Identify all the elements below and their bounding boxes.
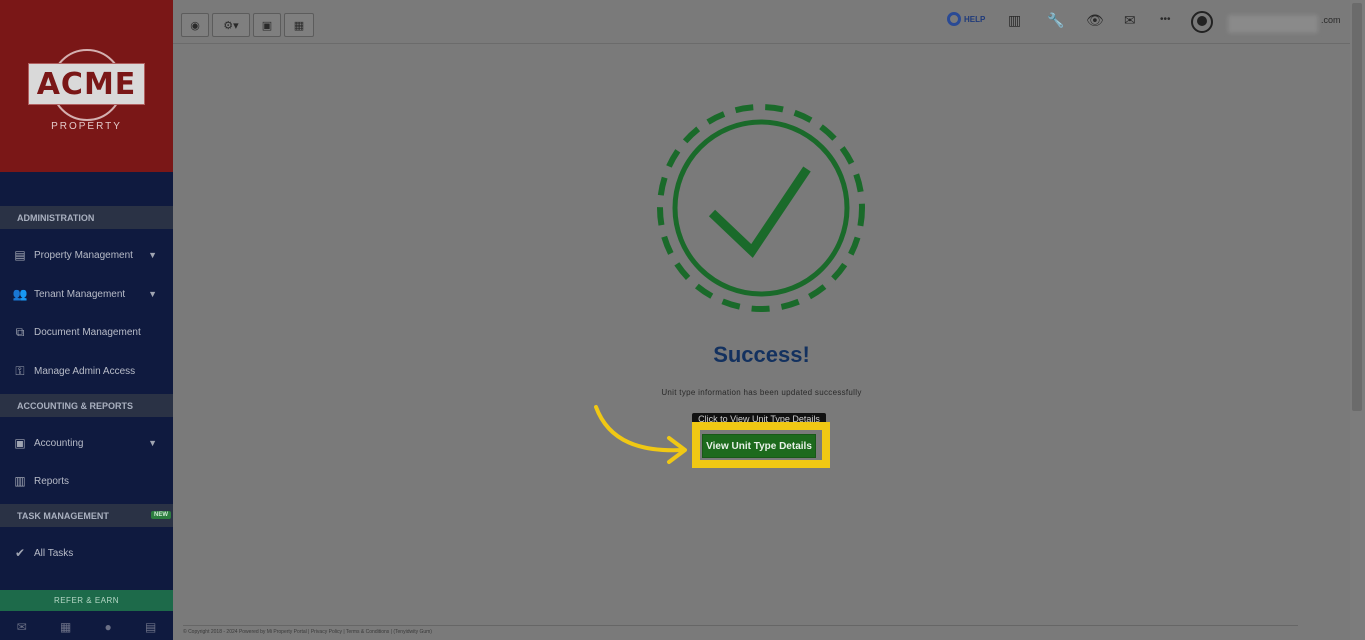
mail-icon[interactable]: ✉ <box>1124 12 1136 29</box>
chevron-down-icon: ▼ <box>148 438 157 448</box>
sidebar-item-accounting[interactable]: ▣ Accounting ▼ <box>0 428 173 458</box>
new-badge: NEW <box>151 511 171 519</box>
refer-earn-button[interactable]: REFER & EARN <box>0 590 173 611</box>
gear-icon: ⚙▾ <box>223 19 239 32</box>
sidebar-item-label: All Tasks <box>34 547 74 559</box>
help-label: HELP <box>964 14 986 24</box>
key-icon: ⚿ <box>15 363 25 378</box>
sidebar: ACME PROPERTY ADMINISTRATION ▤ Property … <box>0 0 173 640</box>
calculator-icon[interactable]: ▤ <box>145 620 156 634</box>
avatar[interactable] <box>1191 11 1213 33</box>
section-label: ADMINISTRATION <box>17 212 95 223</box>
sidebar-item-property-management[interactable]: ▤ Property Management ▼ <box>0 240 173 270</box>
calendar-icon: ▣ <box>261 19 273 32</box>
sidebar-item-document-management[interactable]: ⧉ Document Management <box>0 317 173 347</box>
bar-chart-icon[interactable]: ▥ <box>1008 12 1021 29</box>
more-icon[interactable]: ••• <box>1160 14 1171 25</box>
briefcase-icon[interactable]: ▦ <box>60 620 71 634</box>
help-link[interactable]: HELP <box>947 12 985 26</box>
logo-subtext: PROPERTY <box>51 121 122 132</box>
user-email-redacted <box>1228 15 1318 33</box>
user-icon[interactable]: ● <box>105 620 112 634</box>
sidebar-item-reports[interactable]: ▥ Reports <box>0 466 173 496</box>
logo-box: ACME <box>28 63 145 105</box>
calculator-button[interactable]: ▦ <box>284 13 314 37</box>
footer: © Copyright 2018 - 2024 Powered by Mi Pr… <box>183 625 1298 635</box>
money-icon: ▣ <box>14 436 26 450</box>
scrollbar-thumb[interactable] <box>1352 3 1362 411</box>
chevron-down-icon: ▼ <box>148 250 157 260</box>
section-administration: ADMINISTRATION <box>0 206 173 229</box>
success-message: Unit type information has been updated s… <box>661 388 862 397</box>
sidebar-item-manage-admin-access[interactable]: ⚿ Manage Admin Access <box>0 356 173 386</box>
lifebuoy-icon <box>947 12 961 26</box>
section-label: TASK MANAGEMENT <box>17 510 109 521</box>
success-title: Success! <box>713 342 810 367</box>
section-accounting-reports: ACCOUNTING & REPORTS <box>0 394 173 417</box>
user-email[interactable]: .com <box>1321 15 1341 25</box>
sidebar-item-label: Tenant Management <box>34 288 126 300</box>
calendar-button[interactable]: ▣ <box>253 13 281 37</box>
main-content: Success! Unit type information has been … <box>173 44 1350 640</box>
sidebar-item-tenant-management[interactable]: 👥 Tenant Management ▼ <box>0 279 173 309</box>
chevron-down-icon: ▼ <box>148 289 157 299</box>
sidebar-item-label: Document Management <box>34 326 141 338</box>
calculator-icon: ▦ <box>293 19 305 32</box>
settings-dropdown-button[interactable]: ⚙▾ <box>212 13 250 37</box>
topbar: ◉ ⚙▾ ▣ ▦ HELP ▥ 🔧 👁 ✉ ••• .com <box>173 0 1350 44</box>
mail-icon[interactable]: ✉ <box>17 620 27 634</box>
sidebar-bottom-icons: ✉ ▦ ● ▤ <box>0 614 173 640</box>
users-icon: 👥 <box>12 287 28 301</box>
eye-icon[interactable]: 👁 <box>1086 12 1104 29</box>
logo-text: ACME <box>36 66 137 102</box>
sidebar-item-label: Property Management <box>34 249 133 261</box>
building-icon: ▤ <box>14 248 26 262</box>
dashboard-icon: ◉ <box>190 19 200 32</box>
wrench-icon[interactable]: 🔧 <box>1047 12 1064 29</box>
pointer-arrow-icon <box>594 405 687 464</box>
sidebar-item-label: Accounting <box>34 437 84 449</box>
sidebar-item-all-tasks[interactable]: ✔ All Tasks <box>0 538 173 568</box>
view-unit-type-details-button[interactable]: View Unit Type Details <box>702 434 816 458</box>
success-check-icon <box>654 101 868 315</box>
section-task-management: TASK MANAGEMENT NEW <box>0 504 173 527</box>
scrollbar[interactable] <box>1350 0 1365 640</box>
dashboard-button[interactable]: ◉ <box>181 13 209 37</box>
sidebar-item-label: Reports <box>34 475 70 487</box>
logo[interactable]: ACME PROPERTY <box>0 0 173 172</box>
bar-chart-icon: ▥ <box>14 474 26 488</box>
section-label: ACCOUNTING & REPORTS <box>17 400 134 411</box>
documents-icon: ⧉ <box>15 324 25 339</box>
sidebar-item-label: Manage Admin Access <box>34 365 136 377</box>
check-icon: ✔ <box>14 546 26 560</box>
